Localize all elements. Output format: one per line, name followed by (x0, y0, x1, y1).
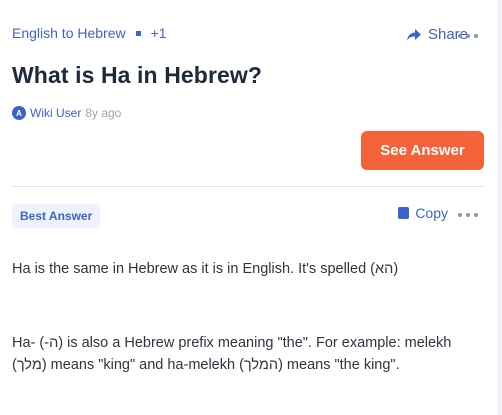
more-options-icon[interactable] (458, 31, 478, 41)
best-answer-badge: Best Answer (12, 204, 101, 228)
answer-paragraph: Ha is the same in Hebrew as it is in Eng… (12, 261, 399, 277)
breadcrumb-more-topics-link[interactable]: +1 (151, 25, 167, 41)
divider (12, 186, 484, 187)
question-card: English to Hebrew +1 Share What is Ha in… (0, 0, 499, 415)
copy-label: Copy (415, 205, 448, 221)
user-avatar-icon: A (12, 106, 26, 120)
author-info: A Wiki User 8y ago (12, 106, 121, 120)
question-title: What is Ha in Hebrew? (12, 62, 263, 88)
breadcrumb-separator (135, 30, 141, 36)
author-name-link[interactable]: Wiki User (30, 106, 81, 120)
post-age: 8y ago (85, 106, 122, 120)
share-arrow-icon (406, 28, 421, 41)
copy-button[interactable]: Copy (398, 205, 448, 221)
see-answer-button[interactable]: See Answer (361, 131, 484, 170)
copy-icon (398, 207, 410, 219)
answer-paragraph: Ha- (-ה) is also a Hebrew prefix meaning… (12, 335, 452, 373)
breadcrumb-topic-link[interactable]: English to Hebrew (12, 25, 126, 41)
answer-more-options-icon[interactable] (458, 210, 478, 220)
